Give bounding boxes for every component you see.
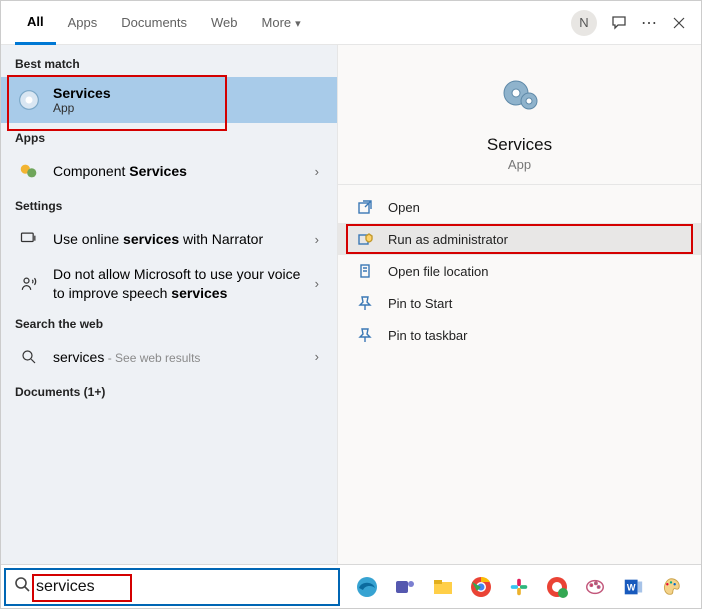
action-label: Open: [388, 200, 420, 215]
open-icon: [356, 198, 374, 216]
search-icon: [15, 343, 43, 371]
paint-icon[interactable]: [581, 573, 609, 601]
result-component-services[interactable]: Component Services ›: [1, 151, 337, 191]
section-best-match: Best match: [1, 49, 337, 77]
palette-icon[interactable]: [657, 573, 685, 601]
result-title: Component Services: [53, 163, 311, 179]
slack-icon[interactable]: [505, 573, 533, 601]
action-pin-to-start[interactable]: Pin to Start: [338, 287, 701, 319]
preview-subtitle: App: [508, 157, 531, 172]
tab-bar: All Apps Documents Web More N ⋯: [1, 1, 701, 45]
tab-all[interactable]: All: [15, 1, 56, 45]
action-open-file-location[interactable]: Open file location: [338, 255, 701, 287]
bottom-bar: W: [1, 564, 701, 608]
section-documents: Documents (1+): [1, 377, 337, 405]
tab-documents[interactable]: Documents: [109, 1, 199, 45]
section-search-web: Search the web: [1, 309, 337, 337]
svg-text:W: W: [627, 582, 636, 592]
annotation-box: [7, 75, 227, 131]
folder-icon: [356, 262, 374, 280]
result-title: services - See web results: [53, 349, 311, 365]
preview-panel: Services App Open Run as administrator: [337, 45, 701, 564]
tab-more[interactable]: More: [250, 1, 313, 45]
action-run-as-administrator[interactable]: Run as administrator: [338, 223, 701, 255]
results-panel: Best match Services App Apps Component S…: [1, 45, 337, 564]
edge-icon[interactable]: [353, 573, 381, 601]
component-services-icon: [15, 157, 43, 185]
action-open[interactable]: Open: [338, 191, 701, 223]
close-icon[interactable]: [671, 15, 687, 31]
action-pin-to-taskbar[interactable]: Pin to taskbar: [338, 319, 701, 351]
narrator-icon: [15, 225, 43, 253]
action-list: Open Run as administrator Open file loca…: [338, 185, 701, 357]
result-web-services[interactable]: services - See web results ›: [1, 337, 337, 377]
search-box[interactable]: [4, 568, 340, 606]
result-speech[interactable]: Do not allow Microsoft to use your voice…: [1, 259, 337, 309]
action-label: Run as administrator: [388, 232, 508, 247]
teams-icon[interactable]: [391, 573, 419, 601]
word-icon[interactable]: W: [619, 573, 647, 601]
section-settings: Settings: [1, 191, 337, 219]
action-label: Pin to taskbar: [388, 328, 468, 343]
tab-web[interactable]: Web: [199, 1, 250, 45]
pin-icon: [356, 294, 374, 312]
chevron-right-icon: ›: [311, 349, 323, 364]
chevron-down-icon: [295, 15, 301, 30]
result-services[interactable]: Services App: [1, 77, 337, 123]
action-label: Open file location: [388, 264, 488, 279]
search-icon: [14, 576, 30, 597]
feedback-icon[interactable]: [611, 15, 627, 31]
tab-apps[interactable]: Apps: [56, 1, 110, 45]
chevron-right-icon: ›: [311, 164, 323, 179]
chevron-right-icon: ›: [311, 232, 323, 247]
chevron-right-icon: ›: [311, 276, 323, 291]
file-explorer-icon[interactable]: [429, 573, 457, 601]
chrome-icon[interactable]: [467, 573, 495, 601]
pin-icon: [356, 326, 374, 344]
user-avatar[interactable]: N: [571, 10, 597, 36]
result-title: Use online services with Narrator: [53, 231, 311, 247]
more-options-icon[interactable]: ⋯: [641, 15, 657, 31]
result-title: Do not allow Microsoft to use your voice…: [53, 265, 311, 303]
search-input[interactable]: [36, 578, 330, 596]
speech-icon: [15, 270, 43, 298]
result-narrator[interactable]: Use online services with Narrator ›: [1, 219, 337, 259]
shield-icon: [356, 230, 374, 248]
chrome-profile-icon[interactable]: [543, 573, 571, 601]
taskbar: W: [343, 573, 701, 601]
preview-title: Services: [487, 135, 552, 155]
action-label: Pin to Start: [388, 296, 452, 311]
services-large-icon: [492, 67, 548, 123]
